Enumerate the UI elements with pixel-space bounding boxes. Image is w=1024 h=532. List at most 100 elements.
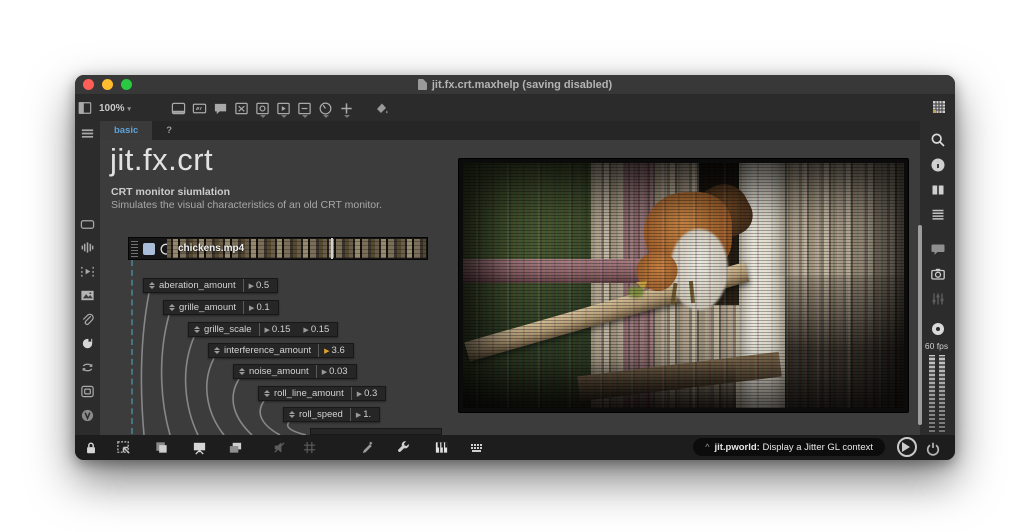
presentation-mode-icon[interactable] xyxy=(189,438,209,458)
filters-sliders-icon[interactable] xyxy=(928,289,948,309)
bottom-toolbar: ^ jit.pworld: Display a Jitter GL contex… xyxy=(75,435,955,460)
attrui-label: roll_speed xyxy=(299,409,350,420)
attrui-value[interactable]: ▶1. xyxy=(351,409,379,420)
new-object-pencil-icon[interactable] xyxy=(357,438,377,458)
movie-player[interactable]: chickens.mp4 xyxy=(128,237,428,260)
value-stepper[interactable] xyxy=(149,279,155,292)
zoom-button[interactable] xyxy=(121,79,132,90)
attrui-label: grille_scale xyxy=(204,324,259,335)
grid-off-icon[interactable] xyxy=(299,438,319,458)
comment-bubble-icon[interactable] xyxy=(928,239,948,259)
attrui-value[interactable]: ▶0.5 xyxy=(244,280,278,291)
movie-filename: chickens.mp4 xyxy=(178,243,244,254)
object-box-icon[interactable] xyxy=(190,98,210,118)
patcher-template-icon[interactable] xyxy=(77,214,97,234)
plug-icon[interactable] xyxy=(77,333,97,353)
sidebar-toggle-icon[interactable] xyxy=(75,98,95,118)
vertical-scrollbar[interactable] xyxy=(918,225,922,425)
info-icon[interactable] xyxy=(928,155,948,175)
value-stepper[interactable] xyxy=(289,408,295,421)
attrui-interference_amount[interactable]: interference_amount▶3.6 xyxy=(208,343,354,358)
piano-keys-icon[interactable] xyxy=(431,438,451,458)
attrui-value[interactable]: ▶0.1 xyxy=(244,302,278,313)
level-meter-left xyxy=(929,355,935,432)
grid-palette-icon[interactable] xyxy=(929,97,949,117)
attrui-roll_line_amount[interactable]: roll_line_amount▶0.3 xyxy=(258,386,386,401)
window-title: jit.fx.crt.maxhelp (saving disabled) xyxy=(75,79,955,91)
attrui-label: roll_line_amount xyxy=(274,388,351,399)
timing-icon[interactable] xyxy=(316,98,336,118)
status-bubble[interactable]: ^ jit.pworld: Display a Jitter GL contex… xyxy=(693,438,885,456)
pip-window-icon[interactable] xyxy=(77,381,97,401)
title-bar[interactable]: jit.fx.crt.maxhelp (saving disabled) xyxy=(75,75,955,95)
drag-handle[interactable] xyxy=(131,240,138,257)
patcher-canvas[interactable]: jit.fx.crt CRT monitor siumlation Simula… xyxy=(100,140,920,435)
snapshot-camera-icon[interactable] xyxy=(928,264,948,284)
paperclip-icon[interactable] xyxy=(77,309,97,329)
image-icon[interactable] xyxy=(77,285,97,305)
zoom-control[interactable]: 100% ▾ xyxy=(99,103,131,114)
value-stepper[interactable] xyxy=(214,344,220,357)
select-region-icon[interactable] xyxy=(113,438,133,458)
key-commands-icon[interactable] xyxy=(467,438,487,458)
hamburger-menu-icon[interactable] xyxy=(77,123,97,143)
number-box-icon[interactable] xyxy=(295,98,315,118)
top-toolbar: 100% ▾ xyxy=(75,95,955,121)
playbar-icon[interactable] xyxy=(274,98,294,118)
attrui-value[interactable]: ▶0.15 xyxy=(298,324,337,335)
value-stepper[interactable] xyxy=(264,387,270,400)
fps-readout: 60 fps xyxy=(920,341,953,351)
left-sidebar xyxy=(75,121,100,435)
attrui-label: noise_amount xyxy=(249,366,316,377)
attrui-value[interactable]: ▶0.3 xyxy=(352,388,386,399)
partially-hidden-param[interactable] xyxy=(310,428,442,435)
value-stepper[interactable] xyxy=(169,301,175,314)
outline-list-icon[interactable] xyxy=(928,205,948,225)
audio-meters-icon[interactable] xyxy=(77,237,97,257)
attrui-grille_scale[interactable]: grille_scale▶0.15▶0.15 xyxy=(188,322,338,337)
reference-book-icon[interactable] xyxy=(928,180,948,200)
wrench-tools-icon[interactable] xyxy=(393,438,413,458)
attrui-noise_amount[interactable]: noise_amount▶0.03 xyxy=(233,364,357,379)
attrui-aberation_amount[interactable]: aberation_amount▶0.5 xyxy=(143,278,278,293)
play-button[interactable] xyxy=(897,437,917,457)
tab-basic[interactable]: basic xyxy=(100,121,152,140)
attrui-label: interference_amount xyxy=(224,345,318,356)
comment-icon[interactable] xyxy=(211,98,231,118)
attrui-value[interactable]: ▶0.03 xyxy=(317,366,356,377)
loop-icon[interactable] xyxy=(77,357,97,377)
attrui-value[interactable]: ▶3.6 xyxy=(319,345,353,356)
toggle-icon[interactable] xyxy=(232,98,252,118)
traffic-lights xyxy=(83,79,132,90)
attrui-roll_speed[interactable]: roll_speed▶1. xyxy=(283,407,380,422)
right-sidebar: 60 fps xyxy=(920,121,955,435)
attrui-value[interactable]: ▶0.15 xyxy=(260,324,299,335)
sequencer-icon[interactable] xyxy=(77,261,97,281)
close-button[interactable] xyxy=(83,79,94,90)
value-stepper[interactable] xyxy=(194,323,200,336)
attrui-label: grille_amount xyxy=(179,302,243,313)
layers-icon[interactable] xyxy=(225,438,245,458)
add-object-icon[interactable] xyxy=(337,98,357,118)
vizzie-icon[interactable] xyxy=(77,405,97,425)
chicken-video-frame xyxy=(463,163,904,408)
attrui-grille_amount[interactable]: grille_amount▶0.1 xyxy=(163,300,279,315)
power-icon[interactable] xyxy=(923,439,943,459)
value-stepper[interactable] xyxy=(239,365,245,378)
video-preview[interactable] xyxy=(458,158,909,413)
attrui-label: aberation_amount xyxy=(159,280,243,291)
playhead[interactable] xyxy=(331,238,333,259)
paint-bucket-icon[interactable] xyxy=(372,98,392,118)
panel-icon[interactable] xyxy=(169,98,189,118)
lock-icon[interactable] xyxy=(81,438,101,458)
record-icon[interactable] xyxy=(928,319,948,339)
button-icon[interactable] xyxy=(253,98,273,118)
tab-help[interactable]: ? xyxy=(152,121,186,140)
audio-off-icon[interactable] xyxy=(269,438,289,458)
jitter-matrix-cord xyxy=(131,260,133,434)
search-icon[interactable] xyxy=(928,130,948,150)
tab-bar: basic ? xyxy=(100,121,920,140)
background-layer-icon[interactable] xyxy=(151,438,171,458)
stop-button[interactable] xyxy=(143,243,155,255)
minimize-button[interactable] xyxy=(102,79,113,90)
